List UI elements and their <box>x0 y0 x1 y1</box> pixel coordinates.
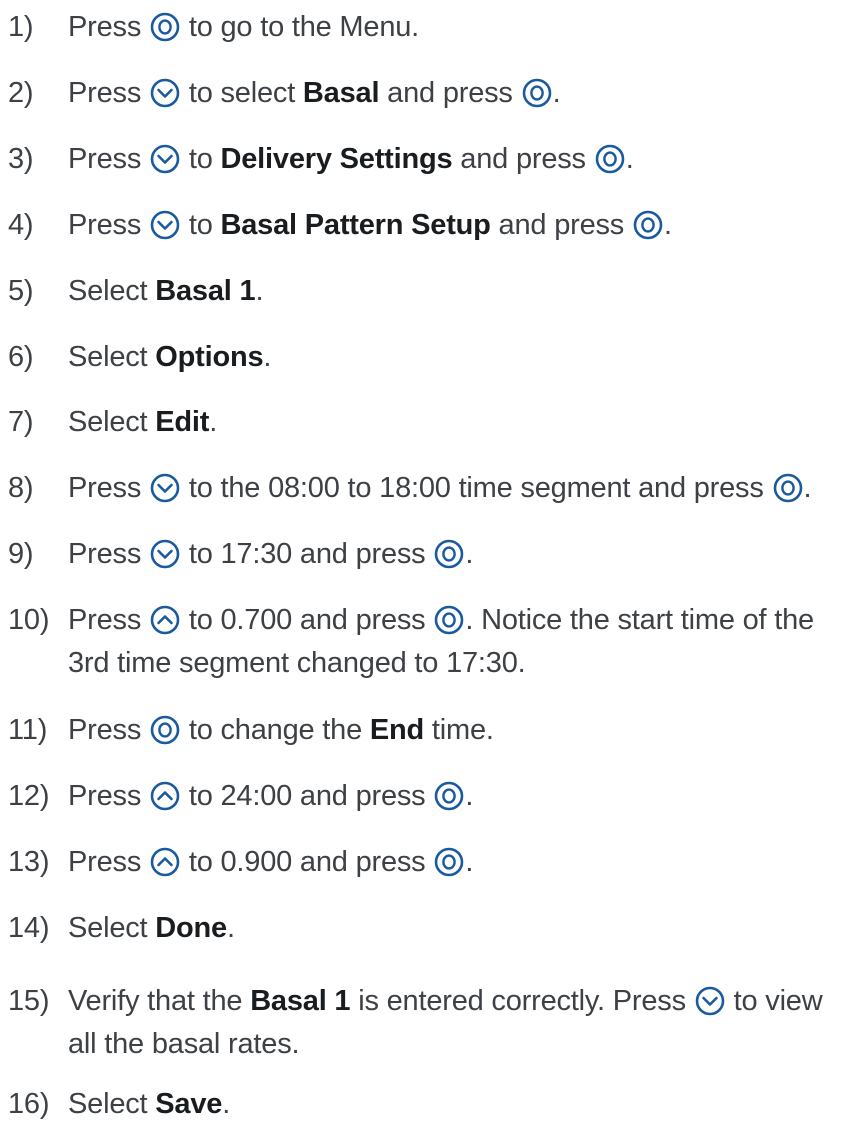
down-arrow-button-icon <box>150 210 180 240</box>
step-text: Press to 24:00 and press . <box>68 780 474 812</box>
menu-item-done: Done <box>155 912 227 944</box>
step-text: Select Options. <box>68 341 272 373</box>
down-arrow-button-icon <box>150 78 180 108</box>
step-number: 2) <box>8 77 34 109</box>
step-number: 10) <box>8 604 50 636</box>
select-button-icon <box>522 78 552 108</box>
step-number: 16) <box>8 1088 50 1120</box>
step-number: 6) <box>8 341 34 373</box>
step-text: Press to Basal Pattern Setup and press . <box>68 209 672 241</box>
step-text-continued: all the basal rates. <box>68 1028 300 1060</box>
menu-item-basal-1: Basal 1 <box>250 985 351 1017</box>
step-number: 4) <box>8 209 34 241</box>
step-number: 7) <box>8 406 34 438</box>
menu-item-basal-1: Basal 1 <box>155 275 256 307</box>
step-text: Press to 0.700 and press . Notice the st… <box>68 604 814 636</box>
down-arrow-button-icon <box>150 473 180 503</box>
menu-item-save: Save <box>155 1088 223 1120</box>
select-button-icon <box>595 144 625 174</box>
step-number: 1) <box>8 11 34 43</box>
step-number: 13) <box>8 846 50 878</box>
menu-item-edit: Edit <box>155 406 210 438</box>
menu-item-options: Options <box>155 341 264 373</box>
step-text: Press to change the End time. <box>68 714 494 746</box>
step-number: 14) <box>8 912 50 944</box>
step-number: 9) <box>8 538 34 570</box>
step-text: Select Basal 1. <box>68 275 264 307</box>
step-text-continued: 3rd time segment changed to 17:30. <box>68 647 526 679</box>
step-text: Select Edit. <box>68 406 218 438</box>
field-end-time: End <box>369 714 425 746</box>
step-number: 12) <box>8 780 50 812</box>
menu-item-basal: Basal <box>302 77 380 109</box>
step-number: 11) <box>8 714 48 746</box>
step-text: Press to Delivery Settings and press . <box>68 143 634 175</box>
select-button-icon <box>434 847 464 877</box>
down-arrow-button-icon <box>695 986 725 1016</box>
step-text: Select Done. <box>68 912 235 944</box>
select-button-icon <box>150 715 180 745</box>
down-arrow-button-icon <box>150 539 180 569</box>
down-arrow-button-icon <box>150 144 180 174</box>
select-button-icon <box>633 210 663 240</box>
select-button-icon <box>434 781 464 811</box>
menu-item-delivery-settings: Delivery Settings <box>220 143 453 175</box>
select-button-icon <box>773 473 803 503</box>
up-arrow-button-icon <box>150 847 180 877</box>
step-text: Press to go to the Menu. <box>68 11 420 43</box>
step-number: 5) <box>8 275 34 307</box>
up-arrow-button-icon <box>150 605 180 635</box>
step-number: 15) <box>8 985 50 1017</box>
step-number: 3) <box>8 143 34 175</box>
menu-item-basal-pattern-setup: Basal Pattern Setup <box>220 209 491 241</box>
select-button-icon <box>434 605 464 635</box>
step-text: Verify that the Basal 1 is entered corre… <box>68 985 823 1017</box>
select-button-icon <box>434 539 464 569</box>
step-text: Press to the 08:00 to 18:00 time segment… <box>68 472 812 504</box>
step-text: Press to 17:30 and press . <box>68 538 474 570</box>
step-text: Press to select Basal and press . <box>68 77 561 109</box>
step-text: Select Save. <box>68 1088 231 1120</box>
step-text: Press to 0.900 and press . <box>68 846 474 878</box>
up-arrow-button-icon <box>150 781 180 811</box>
step-number: 8) <box>8 472 34 504</box>
select-button-icon <box>150 12 180 42</box>
